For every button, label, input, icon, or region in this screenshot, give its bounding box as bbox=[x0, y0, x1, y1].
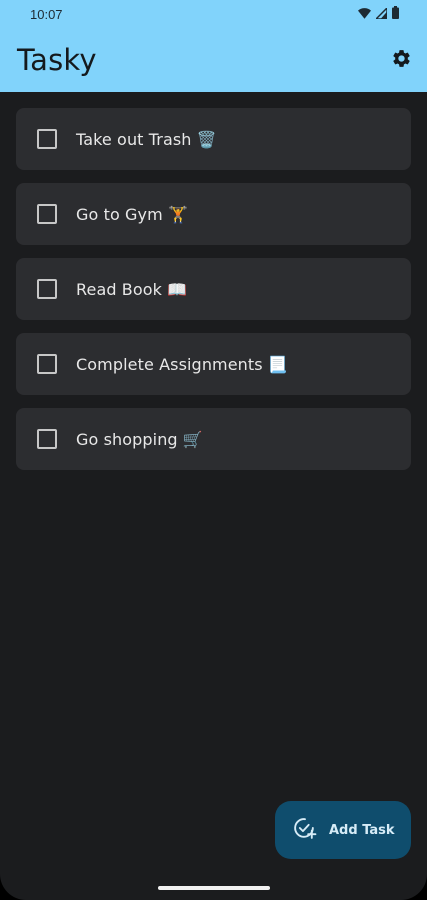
home-indicator[interactable] bbox=[157, 886, 270, 890]
task-item[interactable]: Take out Trash 🗑️ bbox=[16, 108, 411, 170]
task-checkbox[interactable] bbox=[37, 429, 57, 449]
task-label: Read Book 📖 bbox=[76, 279, 188, 299]
task-item[interactable]: Go to Gym 🏋️ bbox=[16, 183, 411, 245]
task-label: Complete Assignments 📃 bbox=[76, 354, 288, 374]
task-label: Go to Gym 🏋️ bbox=[76, 204, 188, 224]
settings-button[interactable] bbox=[389, 48, 413, 72]
task-add-icon bbox=[292, 816, 317, 845]
task-checkbox[interactable] bbox=[37, 354, 57, 374]
wifi-icon bbox=[358, 7, 371, 22]
phone-screen: 10:07 Tasky Take out Trash 🗑️ Go to Gym … bbox=[0, 0, 427, 900]
battery-icon bbox=[392, 6, 399, 22]
task-checkbox[interactable] bbox=[37, 204, 57, 224]
task-item[interactable]: Go shopping 🛒 bbox=[16, 408, 411, 470]
task-list: Take out Trash 🗑️ Go to Gym 🏋️ Read Book… bbox=[0, 92, 427, 470]
task-item[interactable]: Complete Assignments 📃 bbox=[16, 333, 411, 395]
task-label: Take out Trash 🗑️ bbox=[76, 129, 217, 149]
app-title: Tasky bbox=[17, 43, 97, 77]
app-bar: Tasky bbox=[0, 28, 427, 92]
add-task-label: Add Task bbox=[329, 822, 395, 838]
add-task-button[interactable]: Add Task bbox=[275, 801, 411, 859]
signal-icon bbox=[374, 5, 388, 22]
task-label: Go shopping 🛒 bbox=[76, 429, 203, 449]
status-icons bbox=[358, 5, 399, 22]
status-time: 10:07 bbox=[30, 6, 63, 22]
task-checkbox[interactable] bbox=[37, 279, 57, 299]
task-item[interactable]: Read Book 📖 bbox=[16, 258, 411, 320]
gear-icon bbox=[391, 48, 412, 73]
status-bar: 10:07 bbox=[0, 0, 427, 28]
task-checkbox[interactable] bbox=[37, 129, 57, 149]
